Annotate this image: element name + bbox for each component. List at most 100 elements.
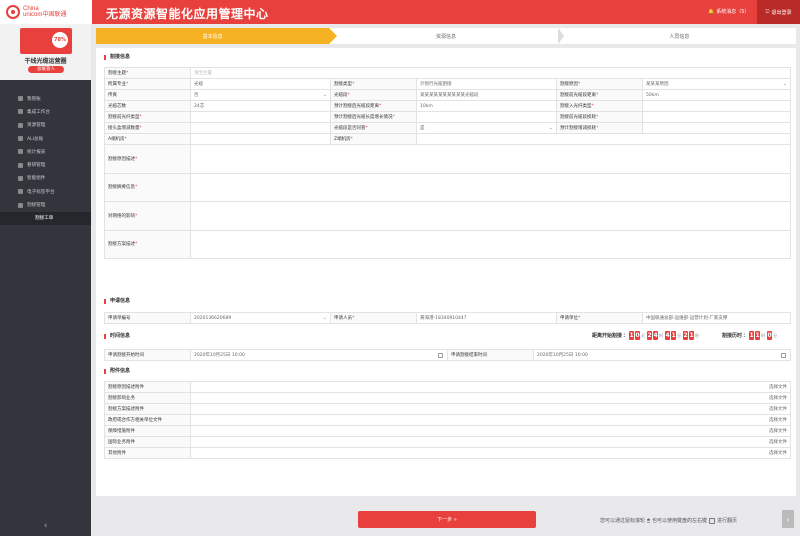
impact-label: 对网络的影响* bbox=[104, 201, 191, 231]
countdown-digit: 1 bbox=[689, 331, 695, 340]
sidebar-item-ali[interactable]: ALI总账 bbox=[0, 132, 91, 145]
topic-placeholder: 请至位置 bbox=[194, 71, 212, 76]
attachment-row: 割接影响业务 选择文件 bbox=[104, 392, 791, 404]
step-label: 人员信息 bbox=[669, 33, 690, 40]
unit-hour: 时 bbox=[761, 332, 766, 338]
chevron-down-icon: ⌄ bbox=[548, 125, 553, 131]
major-label: 所属专业* bbox=[104, 78, 191, 90]
reason-select[interactable]: 某某某原因 ⌄ bbox=[642, 78, 791, 90]
in-type-field[interactable] bbox=[642, 100, 791, 112]
next-page-arrow[interactable]: › bbox=[782, 510, 794, 528]
sidebar-menu: 我管账 集成工作台 资源管理 ALI总账 统计报表 看研管理 智能组件 电子标签… bbox=[0, 92, 91, 225]
gear-icon bbox=[18, 175, 23, 181]
end-time-picker[interactable]: 2020年10月25日 10:00 bbox=[533, 349, 791, 361]
shared-select[interactable]: 是 ⌄ bbox=[416, 122, 557, 134]
tip-text-scroll: 您可以通过鼠标滚轮 bbox=[600, 518, 646, 524]
fax-value: 否 bbox=[194, 93, 199, 98]
pre-fiber-field[interactable] bbox=[190, 111, 331, 123]
attachment-row: 割接原因描述附件 选择文件 bbox=[104, 381, 791, 393]
shared-label: 光缆段是否同管* bbox=[330, 122, 417, 134]
attachment-label: 割接原因描述附件 bbox=[104, 381, 191, 393]
pred-len-label: 预计割接后光缆长度增长情况* bbox=[330, 111, 417, 123]
database-icon bbox=[18, 122, 23, 128]
reason-desc-textarea[interactable] bbox=[190, 144, 791, 174]
next-step-button[interactable]: 下一步 » bbox=[358, 511, 536, 528]
countdown-digit: 2 bbox=[683, 331, 689, 340]
pred-len-field[interactable] bbox=[416, 111, 557, 123]
logout-button[interactable]: ⎋ 退出登录 bbox=[757, 0, 800, 24]
sidebar-item-cutover-mgmt[interactable]: 割接管理 bbox=[0, 198, 91, 211]
sidebar-item-reports[interactable]: 统计报表 bbox=[0, 145, 91, 158]
select-file-button[interactable]: 选择文件 bbox=[190, 425, 791, 437]
start-time-picker[interactable]: 2020年10月25日 10:00 bbox=[190, 349, 448, 361]
select-file-button[interactable]: 选择文件 bbox=[190, 381, 791, 393]
sidebar-item-tags[interactable]: 电子标签平台 bbox=[0, 185, 91, 198]
a-room-field[interactable] bbox=[190, 133, 331, 145]
select-file-button[interactable]: 选择文件 bbox=[190, 447, 791, 459]
pred-loss-field[interactable] bbox=[642, 122, 791, 134]
elapsed-digit: 1 bbox=[755, 331, 761, 340]
tag-icon bbox=[18, 189, 23, 195]
unit-minute: 分 bbox=[677, 332, 682, 338]
end-time-label: 申请割接结束时间 bbox=[447, 349, 534, 361]
select-file-button[interactable]: 选择文件 bbox=[190, 392, 791, 404]
major-field[interactable]: 光缆 bbox=[190, 78, 331, 90]
calendar-icon bbox=[781, 353, 786, 358]
pre-fiber-label: 割接前光纤类型* bbox=[104, 111, 191, 123]
type-label: 割接类型* bbox=[330, 78, 417, 90]
sidebar-item-components[interactable]: 智能组件 bbox=[0, 172, 91, 185]
countdown-digit: 4 bbox=[665, 331, 671, 340]
messages-label: 系统消息（5） bbox=[716, 9, 750, 15]
form-panel: 割接信息 割接主题* 请至位置 所属专业* 光缆 割接类型* 计划行光缆割接 割… bbox=[96, 48, 796, 496]
paging-tip: 您可以通过鼠标滚轮 🖱 也可以使用键盘的左右键 进行翻页 bbox=[600, 517, 737, 524]
plan-textarea[interactable] bbox=[190, 229, 791, 259]
summary-textarea[interactable] bbox=[190, 172, 791, 202]
step-basic-info[interactable]: 基本信息 bbox=[96, 28, 338, 44]
apply-info-table: 申请单编号 2020136620689 ⌄ 申请人员* 黄海港-183409104… bbox=[104, 312, 791, 324]
tip-text-page: 进行翻页 bbox=[717, 518, 738, 524]
segment-field[interactable]: 某某某某某某某某某某光缆段 bbox=[416, 89, 557, 101]
system-messages[interactable]: 🔔 系统消息（5） bbox=[708, 8, 750, 16]
time-info-table: 申请割接开始时间 2020年10月25日 10:00 申请割接结束时间 2020… bbox=[104, 349, 791, 361]
fax-select[interactable]: 否 ⌄ bbox=[190, 89, 331, 101]
pre-loss-label: 割接前光缆段损耗* bbox=[556, 111, 643, 123]
tip-text-keyboard: 也可以使用键盘的左右键 bbox=[652, 518, 708, 524]
apply-unit-field[interactable]: 中国联通总部-运维部-运营计划-厂家支撑 bbox=[642, 312, 791, 324]
attachment-label: 国际业务附件 bbox=[104, 436, 191, 448]
sidebar-item-workbench[interactable]: 集成工作台 bbox=[0, 105, 91, 118]
pre-dist-field[interactable]: 50km bbox=[642, 89, 791, 101]
pred-dist-field[interactable]: 10km bbox=[416, 100, 557, 112]
monitor-icon bbox=[18, 109, 23, 115]
z-room-field[interactable] bbox=[416, 133, 791, 145]
home-icon bbox=[18, 96, 23, 102]
topic-input[interactable]: 请至位置 bbox=[190, 67, 791, 79]
end-time-value: 2020年10月25日 10:00 bbox=[537, 353, 588, 358]
sidebar-item-research[interactable]: 看研管理 bbox=[0, 158, 91, 171]
apply-person-field[interactable]: 黄海港-18340910447 bbox=[416, 312, 557, 324]
apply-no-select[interactable]: 2020136620689 ⌄ bbox=[190, 312, 331, 324]
select-file-button[interactable]: 选择文件 bbox=[190, 403, 791, 415]
attachment-label: 政府或合作方相关单位文件 bbox=[104, 414, 191, 426]
sidebar-item-resources[interactable]: 资源管理 bbox=[0, 119, 91, 132]
step-personnel-info[interactable]: 人员信息 bbox=[563, 28, 796, 44]
chevron-right-icon: › bbox=[786, 514, 790, 524]
sidebar-item-cutover-orders[interactable]: 割接工单 bbox=[0, 211, 91, 225]
section-title-attach-info: 附件信息 bbox=[104, 369, 130, 374]
pre-loss-field[interactable] bbox=[642, 111, 791, 123]
unit-minute: 分 bbox=[773, 332, 778, 338]
step-resource-info[interactable]: 资源信息 bbox=[329, 28, 564, 44]
impact-textarea[interactable] bbox=[190, 201, 791, 231]
cores-field[interactable]: 24芯 bbox=[190, 100, 331, 112]
sidebar-item-my-cutover[interactable]: 我管账 bbox=[0, 92, 91, 105]
chevron-down-icon: ⌄ bbox=[322, 92, 327, 98]
attachment-table: 割接原因描述附件 选择文件 割接影响业务 选择文件 割接方案描述附件 选择文件 政府或… bbox=[104, 381, 791, 459]
joint-field[interactable] bbox=[190, 122, 331, 134]
type-field[interactable]: 计划行光缆割接 bbox=[416, 78, 557, 90]
user-role-badge: 总账管人 bbox=[28, 66, 64, 73]
start-time-label: 申请割接开始时间 bbox=[104, 349, 191, 361]
select-file-button[interactable]: 选择文件 bbox=[190, 436, 791, 448]
logo-text: China unicom中国联通 bbox=[23, 6, 67, 18]
select-file-button[interactable]: 选择文件 bbox=[190, 414, 791, 426]
countdown-start: 距离开始割接： 10天 24时 41分 21秒 bbox=[592, 331, 700, 340]
collapse-sidebar-button[interactable]: ‹ bbox=[0, 516, 91, 536]
